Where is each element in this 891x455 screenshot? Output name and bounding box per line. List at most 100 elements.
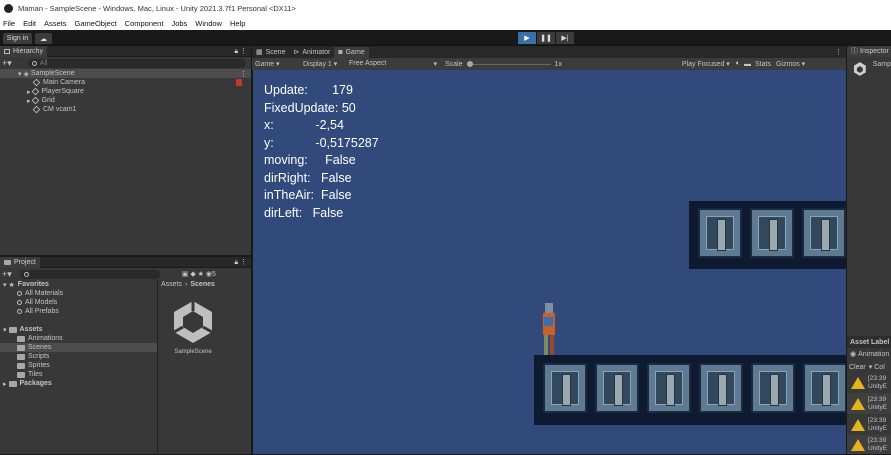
hierarchy-item-label: PlayerSquare <box>41 88 84 95</box>
favorite-item[interactable]: All Prefabs <box>0 307 157 316</box>
menu-jobs[interactable]: Jobs <box>171 19 187 28</box>
asset-folder-selected[interactable]: Scenes <box>0 343 157 352</box>
hierarchy-title: Hierarchy <box>13 47 43 55</box>
inspector-panel: ⓘ Inspector Samp <box>846 45 891 336</box>
menu-assets[interactable]: Assets <box>44 19 67 28</box>
folder-label: Sprites <box>28 362 50 369</box>
debug-line: Update: 179 <box>264 83 353 97</box>
hierarchy-tab[interactable]: Hierarchy <box>0 45 47 57</box>
folder-label: Scripts <box>28 353 50 360</box>
asset-folder[interactable]: Animations <box>0 334 157 343</box>
debug-overlay: Update: 179 FixedUpdate: 50 x: -2,54 y: … <box>264 82 379 222</box>
console-collapse-button[interactable]: Col <box>874 364 885 371</box>
scale-value: 1x <box>554 60 562 68</box>
platform-tile <box>699 363 743 413</box>
menu-gameobject[interactable]: GameObject <box>75 19 117 28</box>
game-mode-dropdown[interactable]: Game ▾ <box>255 60 303 68</box>
folder-icon <box>17 371 25 378</box>
favorite-item[interactable]: All Materials <box>0 289 157 298</box>
gameobject-icon <box>32 78 41 87</box>
play-button[interactable]: ▶ <box>518 32 536 44</box>
hierarchy-item[interactable]: ▸ Grid <box>0 96 251 105</box>
shortcuts-icon[interactable]: ▬ <box>744 61 751 68</box>
inspector-title: Inspector <box>860 47 889 55</box>
menu-edit[interactable]: Edit <box>23 19 36 28</box>
hierarchy-toolbar: +▾ All <box>0 57 251 69</box>
asset-folder[interactable]: Tiles <box>0 370 157 379</box>
platform-tile <box>803 363 846 413</box>
asset-folder[interactable]: Sprites <box>0 361 157 370</box>
lock-icon[interactable]: 🔒︎ ⋮ <box>234 258 247 267</box>
search-icon <box>17 300 22 305</box>
scale-slider-handle[interactable] <box>466 60 473 67</box>
asset-labels-row[interactable]: ◉ Animation <box>847 348 891 360</box>
project-search-input[interactable] <box>19 269 160 279</box>
expand-arrow-icon: ▾ <box>18 70 22 78</box>
breadcrumb-separator-icon: › <box>185 281 188 288</box>
add-button[interactable]: +▾ <box>2 269 12 280</box>
game-view[interactable]: Update: 179 FixedUpdate: 50 x: -2,54 y: … <box>253 70 846 454</box>
main-toolbar: Sign in ☁ ▶ ❚❚ ▶| <box>0 30 891 46</box>
assets-row[interactable]: ▾ Assets <box>0 325 157 334</box>
step-button[interactable]: ▶| <box>556 32 574 44</box>
folder-label: Tiles <box>28 371 43 378</box>
inspector-tab[interactable]: ⓘ Inspector <box>847 45 891 57</box>
console-clear-button[interactable]: Clear <box>849 364 866 371</box>
console-entry[interactable]: [23:39 UnityE <box>847 435 891 454</box>
console-time: [23:39 <box>868 416 887 424</box>
game-toolbar: Game ▾ Display 1 ▾ Free Aspect ▾ Scale 1… <box>252 58 846 70</box>
console-source: UnityE <box>868 424 888 432</box>
console-entry[interactable]: [23:39 UnityE <box>847 393 891 414</box>
expand-arrow-icon: ▾ <box>3 281 7 289</box>
console-entry[interactable]: [23:39 UnityE <box>847 372 891 393</box>
lower-platform <box>534 355 846 425</box>
inspector-header: ⓘ Inspector <box>847 45 891 57</box>
project-toolbar: +▾ ▣ ◆ ★ ◉ 5 <box>0 268 251 280</box>
packages-row[interactable]: ▸ Packages <box>0 379 157 388</box>
cloud-button[interactable]: ☁ <box>35 33 52 44</box>
menu-component[interactable]: Component <box>125 19 164 28</box>
platform-tile <box>802 208 846 258</box>
stats-button[interactable]: Stats <box>755 61 771 68</box>
breadcrumb-scenes[interactable]: Scenes <box>190 281 215 288</box>
scene-row[interactable]: ▾ ◈ SampleScene ⋮ <box>0 69 251 78</box>
gizmos-dropdown[interactable]: Gizmos ▾ <box>776 60 805 68</box>
hierarchy-item[interactable]: Main Camera <box>0 78 251 87</box>
unity-logo-icon <box>4 4 13 13</box>
clear-dropdown-icon[interactable]: ▾ <box>869 363 873 371</box>
unity-cube-icon <box>853 62 866 76</box>
favorites-row[interactable]: ▾ ★ Favorites <box>0 280 157 289</box>
add-button[interactable]: +▾ <box>2 58 12 69</box>
breadcrumb: Assets › Scenes <box>158 280 251 289</box>
pause-button[interactable]: ❚❚ <box>537 32 555 44</box>
display-dropdown[interactable]: Display 1 ▾ <box>303 60 349 68</box>
filter-icons[interactable]: ▣ ◆ ★ ◉ <box>182 270 212 278</box>
favorite-item[interactable]: All Models <box>0 298 157 307</box>
console-toolbar: Clear ▾ Col <box>847 362 891 372</box>
lock-icon[interactable]: 🔒︎ ⋮ <box>234 47 247 56</box>
hierarchy-search-input[interactable]: All <box>27 58 246 68</box>
platform-tile <box>647 363 691 413</box>
mute-audio-icon[interactable]: 🔈︎ <box>736 60 740 68</box>
project-tab[interactable]: Project <box>0 256 40 268</box>
platform-tile <box>543 363 587 413</box>
scene-asset[interactable]: SampleScene <box>168 298 218 358</box>
sign-in-button[interactable]: Sign in <box>3 33 32 44</box>
scene-menu-icon[interactable]: ⋮ <box>240 70 247 78</box>
play-focused-dropdown[interactable]: Play Focused ▾ <box>682 60 730 68</box>
asset-folder[interactable]: Scripts <box>0 352 157 361</box>
search-icon <box>17 291 22 296</box>
tab-scene[interactable]: ▦ Scene <box>252 46 290 58</box>
aspect-dropdown[interactable]: Free Aspect ▾ <box>349 60 443 68</box>
hierarchy-item[interactable]: CM vcam1 <box>0 105 251 114</box>
panel-menu-icon[interactable]: ⋮ <box>835 48 842 56</box>
menu-window[interactable]: Window <box>195 19 222 28</box>
menu-help[interactable]: Help <box>230 19 245 28</box>
scale-slider[interactable] <box>466 60 551 68</box>
breadcrumb-assets[interactable]: Assets <box>161 281 182 288</box>
tab-animator[interactable]: ⊳ Animator <box>289 46 335 58</box>
menu-file[interactable]: File <box>3 19 15 28</box>
console-entry[interactable]: [23:39 UnityE <box>847 414 891 435</box>
tab-game[interactable]: ◙ Game <box>334 46 369 58</box>
hierarchy-item[interactable]: ▸ PlayerSquare <box>0 87 251 96</box>
